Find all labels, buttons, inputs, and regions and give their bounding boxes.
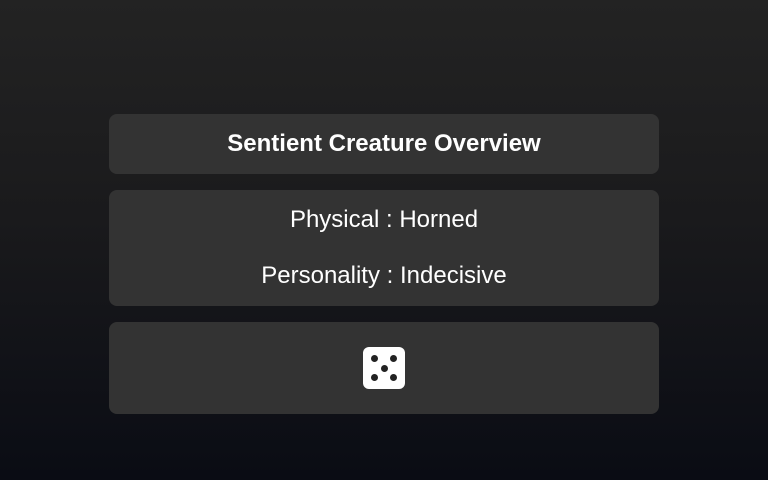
title-card: Sentient Creature Overview [109, 114, 659, 174]
trait-physical-label: Physical [289, 206, 380, 233]
dice-pip [371, 374, 378, 381]
trait-personality: Personality : Indecisive [109, 262, 659, 290]
traits-card: Physical : Horned Personality : Indecisi… [109, 190, 659, 306]
trait-personality-separator: : [379, 262, 400, 289]
trait-personality-label: Personality [261, 262, 380, 289]
randomize-card [109, 322, 659, 414]
dice-five-icon[interactable] [363, 347, 405, 389]
trait-physical-value: Horned [399, 206, 479, 233]
dice-pip [371, 355, 378, 362]
dice-pip [390, 355, 397, 362]
page-title: Sentient Creature Overview [227, 130, 541, 157]
dice-pip [390, 374, 397, 381]
trait-personality-value: Indecisive [400, 262, 507, 289]
dice-pip [380, 364, 388, 372]
trait-physical: Physical : Horned [109, 206, 659, 234]
trait-physical-separator: : [379, 206, 400, 233]
